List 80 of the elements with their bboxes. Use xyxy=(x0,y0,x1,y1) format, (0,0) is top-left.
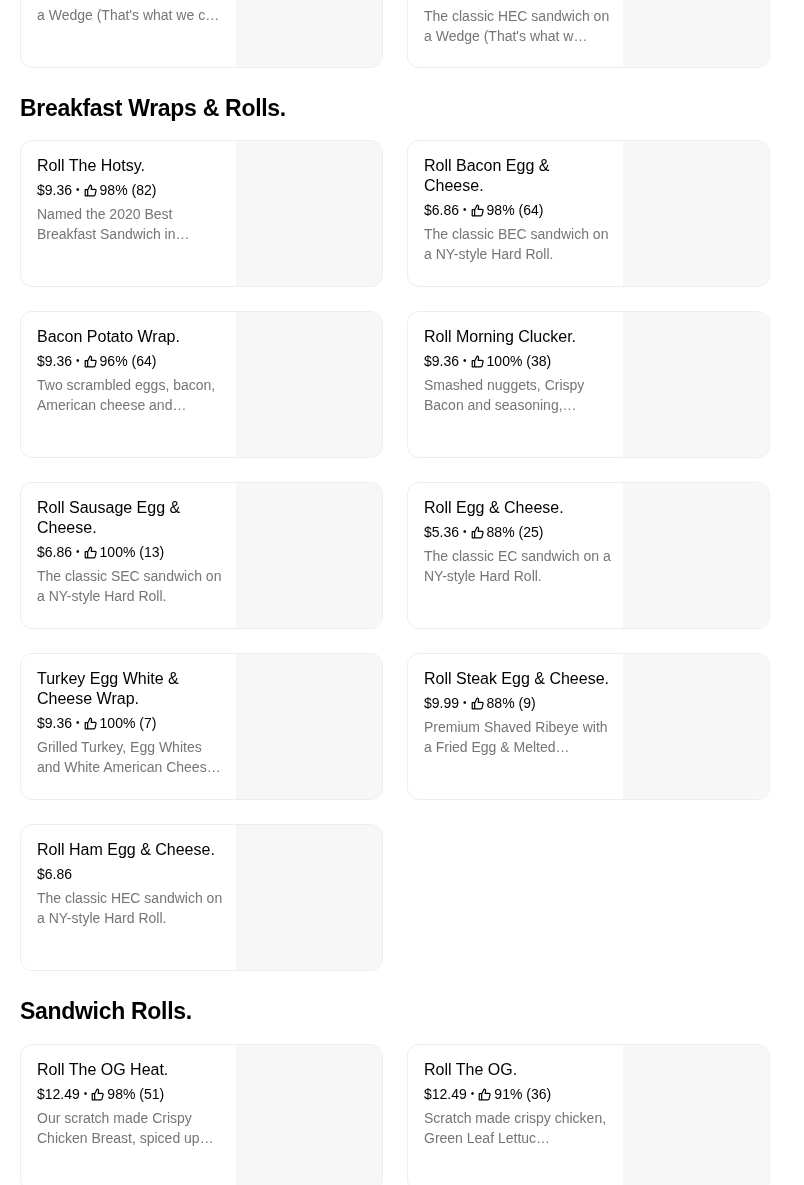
item-title: Roll Steak Egg & Cheese. xyxy=(424,669,610,689)
separator-dot: • xyxy=(470,1087,475,1101)
thumbs-up-icon xyxy=(83,354,97,368)
thumbs-up-icon xyxy=(470,525,484,539)
separator-dot: • xyxy=(463,696,467,710)
item-rating: 91% (36) xyxy=(494,1085,552,1104)
menu-item-card[interactable]: Roll Morning Clucker. $9.36 • 100% (38) Smashed nuggets, Crispy Bacon and seasoning,… xyxy=(407,311,770,458)
separator-dot: • xyxy=(463,203,467,217)
section-heading: Sandwich Rolls. xyxy=(20,997,193,1026)
separator-dot: • xyxy=(76,716,80,730)
menu-item-card[interactable]: Roll The OG Heat. $12.49 • 98% (51) Our scratch made Crispy Chicken Breast, spiced up… xyxy=(20,1044,383,1185)
item-title: Roll Morning Clucker. xyxy=(424,327,578,347)
item-description: Two scrambled eggs, bacon, American cheese and… xyxy=(37,376,217,415)
item-description: Grilled Turkey, Egg Whites and White American Chees… xyxy=(37,738,222,777)
menu-item-card[interactable]: Roll The Hotsy. $9.36 • 98% (82) Named the 2020 Best Breakfast Sandwich in… xyxy=(20,140,383,287)
menu-item-card[interactable]: Roll Steak Egg & Cheese. $9.99 • 88% (9) Premium Shaved Ribeye with a Fried Egg & Melted… xyxy=(407,653,770,800)
item-price: $5.36 xyxy=(424,523,460,542)
section-heading: Breakfast Wraps & Rolls. xyxy=(20,94,287,123)
item-rating: 98% (64) xyxy=(486,201,544,220)
menu-item-card[interactable]: Roll Ham Egg & Cheese. $6.86 The classic HEC sandwich on a NY-style Hard Roll. xyxy=(20,824,383,971)
item-title: Roll The Hotsy. xyxy=(37,156,146,176)
item-price: $9.36 xyxy=(37,181,73,200)
item-title: Roll Ham Egg & Cheese. xyxy=(37,840,216,860)
item-title: Roll Sausage Egg & Cheese. xyxy=(37,498,182,538)
item-rating: 98% (51) xyxy=(107,1085,165,1104)
menu-item-card[interactable]: Roll Bacon Egg & Cheese. $6.86 • 98% (64) The classic BEC sandwich on a NY-style Hard Roll. xyxy=(407,140,770,287)
item-title: Roll Bacon Egg & Cheese. xyxy=(424,156,551,196)
menu-item-card[interactable]: Bacon Potato Wrap. $9.36 • 96% (64) Two scrambled eggs, bacon, American cheese and… xyxy=(20,311,383,458)
item-title: Roll Egg & Cheese. xyxy=(424,498,565,518)
item-description: Our scratch made Crispy Chicken Breast, spiced up… xyxy=(37,1109,215,1148)
item-description: The classic HEC sandwich on a NY-style Hard Roll. xyxy=(37,889,224,928)
thumbs-up-icon xyxy=(83,716,97,730)
item-rating: 88% (25) xyxy=(486,523,544,542)
menu-item-card[interactable]: Roll Sausage Egg & Cheese. $6.86 • 100% (13) The classic SEC sandwich on a NY-style Hard Roll. xyxy=(20,482,383,629)
thumbs-up-icon xyxy=(91,1087,105,1101)
menu-item-card[interactable]: Roll The OG. $12.49 • 91% (36) Scratch made crispy chicken, Green Leaf Lettuc… xyxy=(407,1044,770,1185)
item-price: $6.86 xyxy=(37,543,73,562)
item-price: $6.86 xyxy=(37,865,73,884)
separator-dot: • xyxy=(463,525,467,539)
separator-dot: • xyxy=(76,183,80,197)
thumbs-up-icon xyxy=(83,545,97,559)
item-title: Roll The OG. xyxy=(424,1060,519,1080)
thumbs-up-icon xyxy=(470,696,484,710)
menu-item-card[interactable]: Turkey Egg White & Cheese Wrap. $9.36 • 100% (7) Grilled Turkey, Egg Whites and White American Chees… xyxy=(20,653,383,800)
item-description: Named the 2020 Best Breakfast Sandwich in… xyxy=(37,205,191,244)
item-description: a Wedge (That's what we c… xyxy=(37,6,221,25)
item-description: Smashed nuggets, Crispy Bacon and seasoning,… xyxy=(424,376,586,415)
item-description: The classic BEC sandwich on a NY-style Hard Roll. xyxy=(424,225,610,264)
item-description: The classic SEC sandwich on a NY-style Hard Roll. xyxy=(37,567,223,606)
item-description: The classic EC sandwich on a NY-style Hard Roll. xyxy=(424,547,611,586)
item-rating: 98% (82) xyxy=(99,181,157,200)
item-price: $12.49 xyxy=(424,1085,467,1104)
menu-item-card[interactable]: The classic HEC sandwich on a Wedge (That's what w… xyxy=(407,0,770,68)
item-description: Premium Shaved Ribeye with a Fried Egg & Melted… xyxy=(424,718,609,757)
item-title: Bacon Potato Wrap. xyxy=(37,327,181,347)
item-price: $9.36 xyxy=(37,714,73,733)
thumbs-up-icon xyxy=(478,1087,492,1101)
item-title: Turkey Egg White & Cheese Wrap. xyxy=(37,669,180,709)
item-price: $9.36 xyxy=(424,352,460,371)
thumbs-up-icon xyxy=(83,183,97,197)
item-price: $12.49 xyxy=(37,1085,80,1104)
item-title: Roll The OG Heat. xyxy=(37,1060,170,1080)
item-description: Scratch made crispy chicken, Green Leaf Lettuc… xyxy=(424,1109,608,1148)
separator-dot: • xyxy=(76,545,80,559)
menu-item-card[interactable]: Roll Egg & Cheese. $5.36 • 88% (25) The classic EC sandwich on a NY-style Hard Roll. xyxy=(407,482,770,629)
item-description: The classic HEC sandwich on a Wedge (That's what w… xyxy=(424,7,611,46)
separator-dot: • xyxy=(463,354,467,368)
item-rating: 100% (7) xyxy=(99,714,157,733)
item-rating: 100% (38) xyxy=(486,352,552,371)
thumbs-up-icon xyxy=(470,203,484,217)
thumbs-up-icon xyxy=(470,354,484,368)
item-rating: 100% (13) xyxy=(99,543,165,562)
item-rating: 96% (64) xyxy=(99,352,157,371)
item-price: $9.99 xyxy=(424,694,460,713)
item-price: $6.86 xyxy=(424,201,460,220)
item-price: $9.36 xyxy=(37,352,73,371)
separator-dot: • xyxy=(83,1087,88,1101)
item-rating: 88% (9) xyxy=(486,694,536,713)
menu-item-card[interactable]: a Wedge (That's what we c… xyxy=(20,0,383,68)
separator-dot: • xyxy=(76,354,80,368)
